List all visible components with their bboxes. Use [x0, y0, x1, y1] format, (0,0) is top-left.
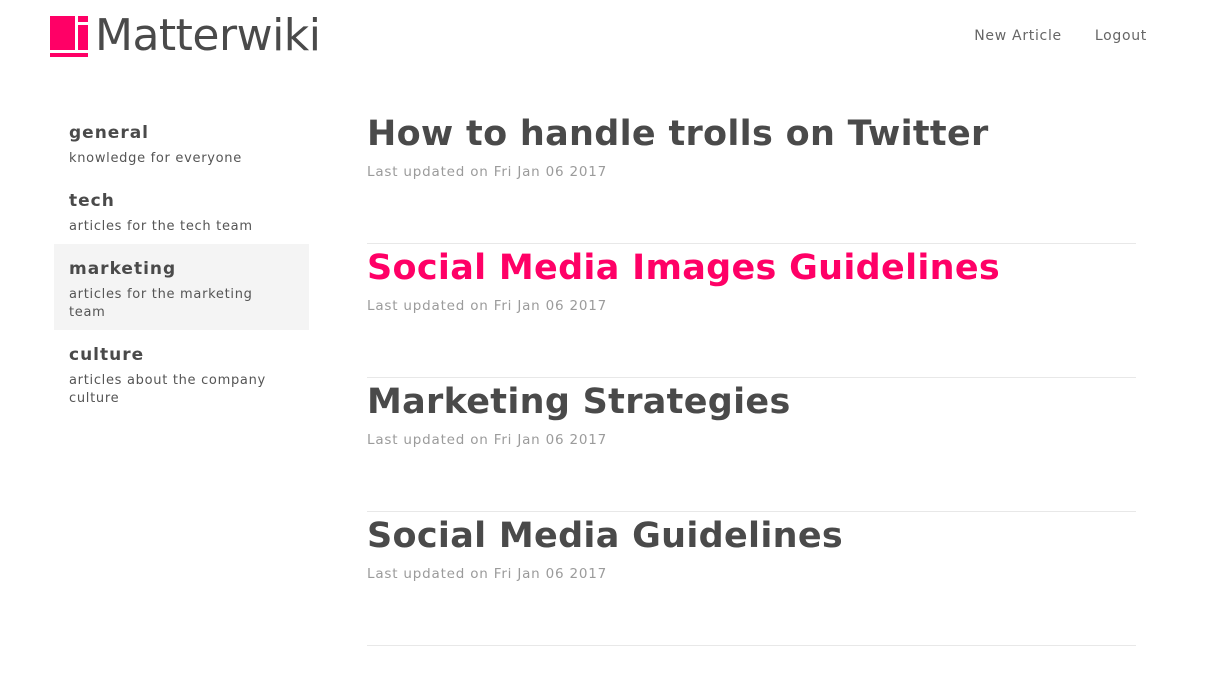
article-list: How to handle trolls on Twitter Last upd… — [367, 110, 1136, 646]
page: Matterwiki New Article Logout general kn… — [0, 0, 1216, 683]
article-item: Social Media Guidelines Last updated on … — [367, 512, 1136, 646]
article-updated-date: Last updated on Fri Jan 06 2017 — [367, 164, 608, 180]
new-article-link[interactable]: New Article — [974, 28, 1062, 44]
matterwiki-logo-icon — [50, 15, 88, 57]
article-item: Marketing Strategies Last updated on Fri… — [367, 378, 1136, 512]
sidebar-topic-general[interactable]: general knowledge for everyone — [54, 108, 309, 176]
topic-name: culture — [69, 345, 145, 365]
topics-sidebar: general knowledge for everyone tech arti… — [54, 108, 309, 416]
topic-name: tech — [69, 191, 115, 211]
article-updated-date: Last updated on Fri Jan 06 2017 — [367, 298, 608, 314]
topic-description: knowledge for everyone — [69, 151, 242, 166]
article-title-link[interactable]: Social Media Images Guidelines — [367, 246, 1136, 290]
brand-home-link[interactable]: Matterwiki — [50, 14, 321, 58]
topic-description: articles for the marketing team — [69, 287, 253, 320]
brand-name: Matterwiki — [95, 10, 321, 61]
logout-link[interactable]: Logout — [1095, 28, 1147, 44]
topic-description: articles for the tech team — [69, 219, 253, 234]
article-title-link[interactable]: Social Media Guidelines — [367, 514, 1136, 558]
article-title-link[interactable]: Marketing Strategies — [367, 380, 1136, 424]
topic-name: marketing — [69, 259, 177, 279]
article-item: How to handle trolls on Twitter Last upd… — [367, 110, 1136, 244]
article-updated-date: Last updated on Fri Jan 06 2017 — [367, 566, 608, 582]
sidebar-topic-tech[interactable]: tech articles for the tech team — [54, 176, 309, 244]
sidebar-topic-marketing[interactable]: marketing articles for the marketing tea… — [54, 244, 309, 330]
header: Matterwiki New Article Logout — [0, 0, 1216, 70]
topic-name: general — [69, 123, 150, 143]
article-title-link[interactable]: How to handle trolls on Twitter — [367, 112, 1136, 156]
article-item: Social Media Images Guidelines Last upda… — [367, 244, 1136, 378]
topic-description: articles about the company culture — [69, 373, 266, 406]
top-nav: New Article Logout — [974, 28, 1147, 44]
article-updated-date: Last updated on Fri Jan 06 2017 — [367, 432, 608, 448]
sidebar-topic-culture[interactable]: culture articles about the company cultu… — [54, 330, 309, 416]
